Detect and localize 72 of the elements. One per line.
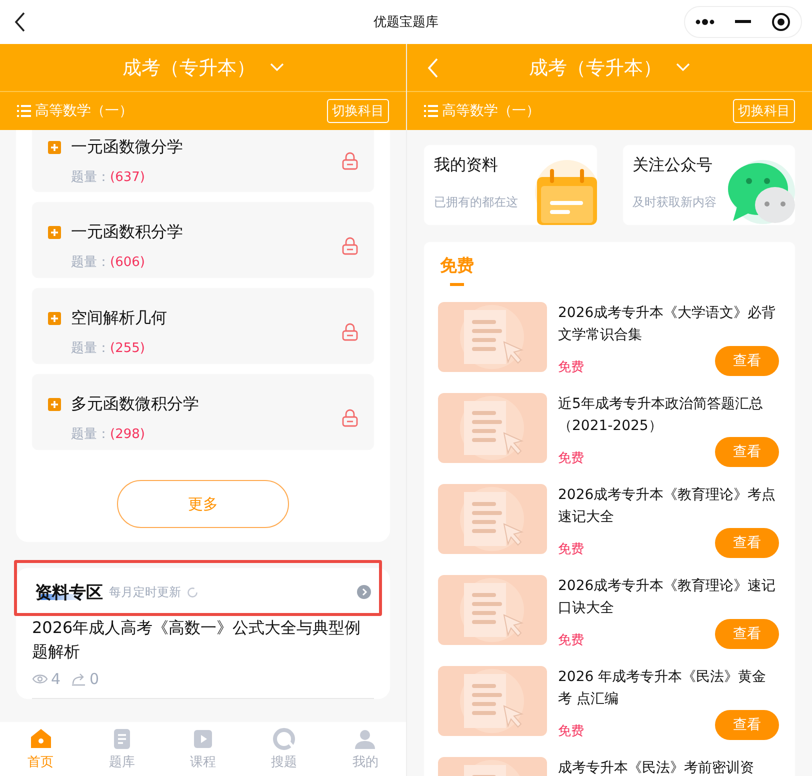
back-icon[interactable] (14, 12, 26, 32)
price-label: 免费 (558, 541, 584, 558)
minimize-icon[interactable] (735, 20, 751, 24)
switch-subject-button[interactable]: 切换科目 (327, 99, 389, 123)
profile-icon (353, 727, 378, 751)
more-icon[interactable] (695, 19, 715, 25)
view-button[interactable]: 查看 (715, 619, 779, 649)
subject-name: 高等数学（一） (442, 102, 540, 120)
question-count: 题量：(298) (70, 426, 146, 442)
list-icon (424, 105, 438, 117)
nav-tab[interactable]: 搜题 (254, 722, 314, 776)
exam-title[interactable]: 成考（专升本） (529, 54, 662, 80)
list-icon (17, 105, 31, 117)
plus-icon[interactable] (48, 398, 61, 410)
exam-title[interactable]: 成考（专升本） (122, 54, 256, 80)
plus-icon[interactable] (48, 312, 61, 324)
shortcut-title: 关注公众号 (632, 155, 714, 176)
document-title[interactable]: 成考专升本《民法》考前密训资 (558, 757, 781, 776)
subject-name: 高等数学（一） (35, 102, 133, 120)
shortcut-title: 我的资料 (434, 155, 499, 176)
article-title[interactable]: 2026年成人高考《高数一》公式大全与典型例题解析 (32, 616, 374, 664)
document-title[interactable]: 2026 年成考专升本《民法》黄金考 点汇编 (558, 666, 781, 710)
chapter-item[interactable]: 空间解析几何 题量：(255) (32, 288, 374, 364)
arrow-right-icon[interactable] (357, 585, 371, 599)
document-title[interactable]: 2026成考专升本《大学语文》必背文学常识合集 (558, 302, 781, 346)
shortcut-subtitle: 及时获取新内容 (632, 194, 718, 211)
plus-icon[interactable] (48, 226, 61, 238)
view-button[interactable]: 查看 (715, 437, 779, 467)
close-icon[interactable] (771, 12, 791, 32)
view-button[interactable]: 查看 (715, 528, 779, 558)
chapter-name: 一元函数积分学 (71, 222, 183, 242)
app-title: 优题宝题库 (374, 14, 438, 31)
nav-tab[interactable]: 课程 (172, 722, 233, 776)
view-button[interactable]: 查看 (715, 710, 779, 740)
chapter-item[interactable]: 多元函数微积分学 题量：(298) (32, 374, 374, 450)
view-button[interactable]: 查看 (715, 346, 779, 376)
shortcut-card[interactable]: 关注公众号 及时获取新内容 (622, 145, 795, 225)
plus-icon[interactable] (48, 140, 61, 154)
document-title[interactable]: 近5年成考专升本政治简答题汇总（2021-2025） (558, 393, 781, 437)
switch-subject-button[interactable]: 切换科目 (733, 99, 795, 123)
nav-tab[interactable]: 我的 (335, 722, 396, 776)
nav-tab[interactable]: 首页 (10, 722, 71, 776)
more-button[interactable]: 更多 (117, 480, 289, 528)
free-tab[interactable]: 免费 (440, 254, 474, 286)
document-title[interactable]: 2026成考专升本《教育理论》速记口诀大全 (558, 575, 781, 619)
chat-bubbles-icon (725, 159, 795, 225)
chapter-name: 多元函数微积分学 (71, 394, 199, 414)
document-title[interactable]: 2026成考专升本《教育理论》考点速记大全 (558, 484, 781, 528)
question-count: 题量：(255) (70, 340, 146, 356)
chapter-item[interactable]: 一元函数积分学 题量：(606) (32, 202, 374, 278)
price-label: 免费 (558, 632, 584, 649)
chapter-item[interactable]: 一元函数微分学 题量：(637) (32, 130, 374, 192)
dropdown-chevron-icon[interactable] (270, 63, 284, 72)
eye-icon (32, 673, 48, 685)
nav-tab[interactable]: 题库 (92, 722, 152, 776)
search-icon (272, 727, 296, 751)
section-subtitle: 每月定时更新 (109, 584, 181, 600)
refresh-icon (187, 586, 198, 598)
share-count: 0 (90, 670, 100, 688)
shortcut-subtitle: 已拥有的都在这 (434, 194, 519, 211)
dropdown-chevron-icon[interactable] (676, 63, 690, 72)
share-icon (70, 672, 87, 686)
view-count: 4 (51, 670, 61, 688)
price-label: 免费 (558, 450, 584, 467)
question-count: 题量：(606) (70, 254, 146, 270)
home-icon (28, 727, 53, 751)
question-count: 题量：(637) (70, 168, 146, 186)
price-label: 免费 (558, 723, 584, 740)
price-label: 免费 (558, 359, 584, 376)
chapter-name: 一元函数微分学 (71, 136, 183, 158)
chapter-name: 空间解析几何 (71, 308, 167, 328)
shortcut-card[interactable]: 我的资料 已拥有的都在这 (424, 145, 596, 225)
